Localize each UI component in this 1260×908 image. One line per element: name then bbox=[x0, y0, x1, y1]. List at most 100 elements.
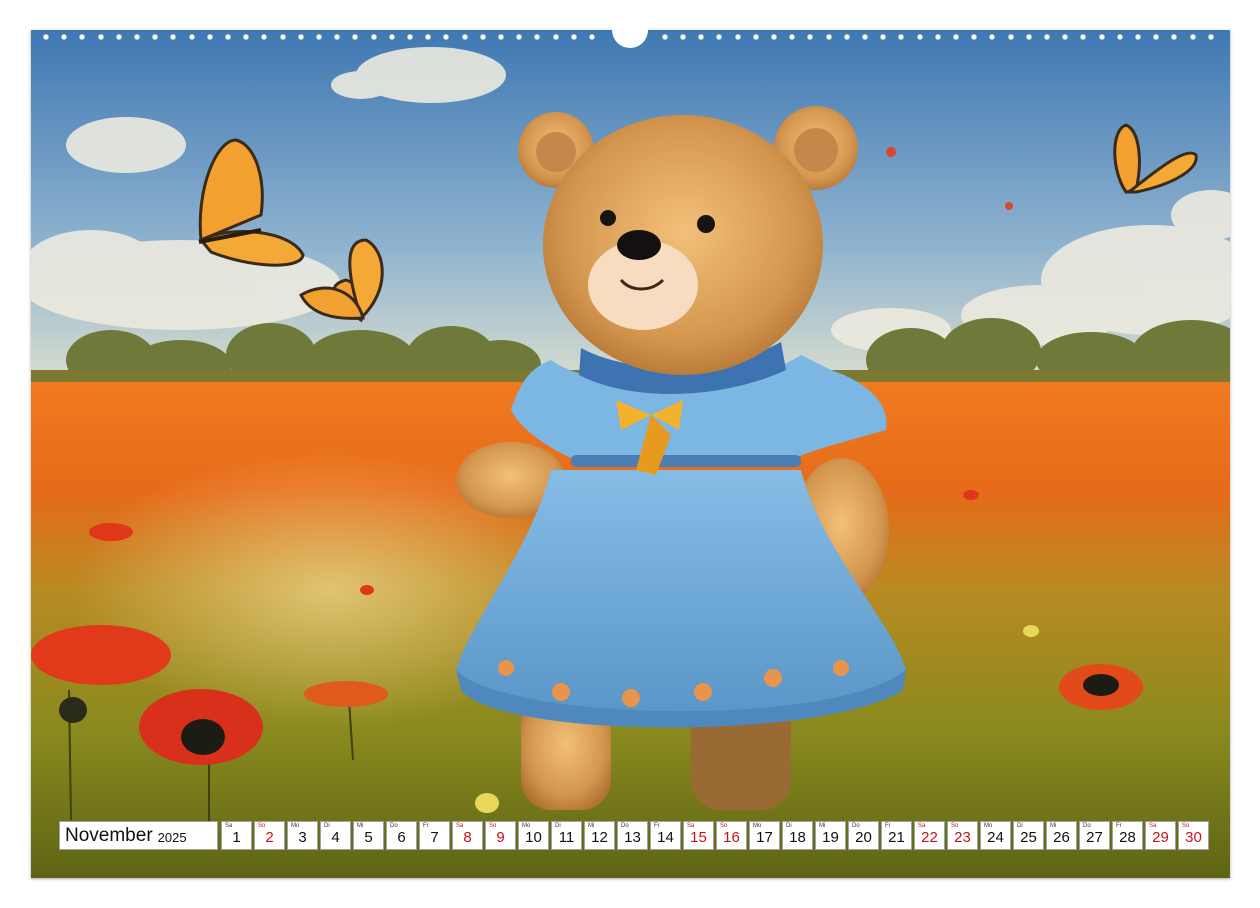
binding-ring bbox=[734, 34, 741, 40]
day-cell: Mo 17 bbox=[749, 821, 780, 850]
day-cell: Sa 8 bbox=[452, 821, 483, 850]
binding-ring bbox=[516, 34, 523, 40]
day-number: 2 bbox=[265, 829, 274, 846]
day-cell: Di 4 bbox=[320, 821, 351, 850]
binding-ring bbox=[953, 34, 959, 40]
binding-ring bbox=[316, 34, 322, 40]
day-number: 22 bbox=[921, 829, 938, 846]
day-cell: Fr 14 bbox=[650, 821, 681, 850]
day-number: 21 bbox=[888, 829, 905, 846]
binding-ring bbox=[789, 34, 796, 40]
binding-ring bbox=[225, 34, 231, 40]
binding-ring bbox=[661, 34, 668, 40]
binding-ring bbox=[43, 34, 49, 40]
binding-ring bbox=[188, 34, 195, 40]
binding-ring bbox=[461, 34, 468, 40]
binding-ring bbox=[297, 34, 304, 40]
day-number: 4 bbox=[331, 829, 340, 846]
day-number: 25 bbox=[1020, 829, 1037, 846]
day-cell: Fr 21 bbox=[881, 821, 912, 850]
binding-ring bbox=[479, 34, 486, 40]
day-cell: Fr 7 bbox=[419, 821, 450, 850]
binding-ring bbox=[716, 34, 723, 40]
day-number: 20 bbox=[855, 829, 872, 846]
binding-ring bbox=[570, 34, 577, 40]
day-number: 11 bbox=[558, 829, 575, 846]
binding-ring bbox=[862, 34, 868, 40]
binding-ring bbox=[97, 34, 104, 40]
day-number: 14 bbox=[657, 829, 674, 846]
day-cell: So 16 bbox=[716, 821, 747, 850]
day-number: 19 bbox=[822, 829, 839, 846]
binding-ring bbox=[1062, 34, 1069, 40]
binding-ring bbox=[152, 34, 159, 40]
day-number: 23 bbox=[954, 829, 971, 846]
day-cell: So 9 bbox=[485, 821, 516, 850]
binding-ring bbox=[589, 34, 595, 40]
binding-ring bbox=[1189, 34, 1196, 40]
day-cell: Do 6 bbox=[386, 821, 417, 850]
binding-ring bbox=[752, 34, 759, 40]
binding-ring bbox=[825, 34, 832, 40]
day-number: 7 bbox=[430, 829, 439, 846]
binding-ring bbox=[843, 34, 850, 40]
day-cell: Di 25 bbox=[1013, 821, 1044, 850]
binding-ring bbox=[279, 34, 286, 40]
day-cell: Fr 28 bbox=[1112, 821, 1143, 850]
day-cell: Mo 24 bbox=[980, 821, 1011, 850]
binding-ring bbox=[880, 34, 887, 40]
day-number: 1 bbox=[232, 829, 241, 846]
binding-ring bbox=[134, 34, 140, 40]
binding-ring bbox=[206, 34, 213, 40]
day-cell: So 23 bbox=[947, 821, 978, 850]
day-cell: Mi 26 bbox=[1046, 821, 1077, 850]
binding-ring bbox=[388, 34, 395, 40]
binding-ring bbox=[971, 34, 978, 40]
day-cell: Mo 10 bbox=[518, 821, 549, 850]
binding-ring bbox=[443, 34, 450, 40]
day-cell: Mo 3 bbox=[287, 821, 318, 850]
month-label-box: November 2025 bbox=[59, 821, 218, 850]
binding-ring bbox=[1098, 34, 1105, 40]
binding-ring bbox=[79, 34, 86, 40]
binding-ring bbox=[698, 34, 705, 40]
binding-ring bbox=[61, 34, 68, 40]
binding-ring bbox=[1207, 34, 1214, 40]
day-number: 13 bbox=[624, 829, 641, 846]
calendar-photo bbox=[31, 30, 1230, 878]
day-number: 8 bbox=[463, 829, 472, 846]
binding-ring bbox=[498, 34, 504, 40]
binding-ring bbox=[989, 34, 996, 40]
day-cell: Mi 5 bbox=[353, 821, 384, 850]
day-cell: Di 18 bbox=[782, 821, 813, 850]
day-cell: Do 13 bbox=[617, 821, 648, 850]
day-cell: Mi 19 bbox=[815, 821, 846, 850]
calendar-strip: November 2025 Sa 1 So 2 Mo 3 Di 4 Mi 5 Do 6 Fr 7 Sa 8 So… bbox=[59, 821, 1211, 850]
day-cell: Sa 1 bbox=[221, 821, 252, 850]
day-number: 28 bbox=[1119, 829, 1136, 846]
binding-ring bbox=[1044, 34, 1050, 40]
day-number: 5 bbox=[364, 829, 373, 846]
binding-ring bbox=[1153, 34, 1160, 40]
binding-ring bbox=[334, 34, 341, 40]
day-cell: Sa 22 bbox=[914, 821, 945, 850]
day-number: 26 bbox=[1053, 829, 1070, 846]
day-number: 12 bbox=[591, 829, 608, 846]
calendar-page: November 2025 Sa 1 So 2 Mo 3 Di 4 Mi 5 Do 6 Fr 7 Sa 8 So… bbox=[0, 0, 1260, 908]
binding-ring bbox=[898, 34, 905, 40]
binding-ring bbox=[552, 34, 559, 40]
binding-ring bbox=[261, 34, 268, 40]
binding-ring bbox=[370, 34, 377, 40]
day-cells: Sa 1 So 2 Mo 3 Di 4 Mi 5 Do 6 Fr 7 Sa 8 So 9 Mo 10 Di 11 Mi 12 D… bbox=[221, 821, 1211, 850]
day-number: 6 bbox=[397, 829, 406, 846]
day-number: 18 bbox=[789, 829, 806, 846]
binding-ring bbox=[115, 34, 122, 40]
day-cell: Sa 15 bbox=[683, 821, 714, 850]
day-number: 30 bbox=[1185, 829, 1202, 846]
day-number: 3 bbox=[298, 829, 307, 846]
binding-ring bbox=[243, 34, 250, 40]
day-cell: So 2 bbox=[254, 821, 285, 850]
binding-ring bbox=[407, 34, 413, 40]
binding-ring bbox=[680, 34, 686, 40]
binding-ring bbox=[425, 34, 432, 40]
